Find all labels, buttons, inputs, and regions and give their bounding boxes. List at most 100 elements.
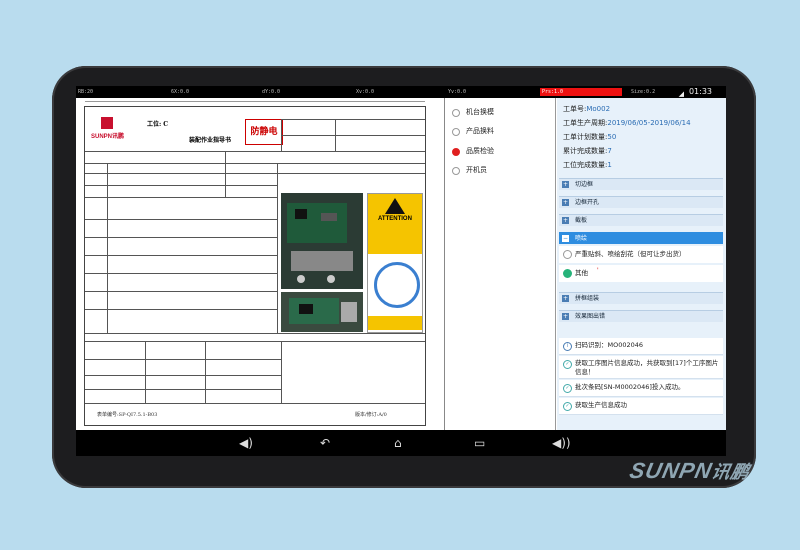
check-icon: ✓: [563, 402, 572, 411]
work-order-no-label: 工单号:: [563, 105, 587, 113]
defect-section-spray-paint[interactable]: − 喷绘: [559, 232, 723, 244]
option-note: ': [597, 267, 599, 274]
doc-station-title: 工位: C: [147, 121, 169, 128]
expand-icon[interactable]: +: [562, 295, 569, 302]
section-label: 切边框: [575, 181, 594, 188]
table-line: [85, 333, 425, 334]
table-line: [225, 151, 226, 197]
work-order-no: 工单号:Mo002: [563, 104, 610, 114]
pointer-readout-xv: Xv:0.0: [356, 89, 375, 95]
table-line: [85, 273, 277, 274]
warning-title: ATTENTION: [378, 216, 412, 222]
pointer-readout-rb: RB:20: [78, 89, 94, 95]
table-line: [85, 185, 277, 186]
section-label: 喷绘: [575, 235, 588, 242]
defect-section-cut-board[interactable]: + 截板: [559, 214, 723, 226]
table-line: [85, 219, 277, 220]
defect-section-frame-assembly[interactable]: + 拼框组装: [559, 292, 723, 304]
table-line: [85, 341, 425, 342]
brand-latin: SUNPN: [627, 458, 715, 483]
android-nav-bar: ◀) ↶ ⌂ ▭ ◀)): [76, 430, 726, 456]
work-order-period: 工单生产周期:2019/06/05-2019/06/14: [563, 118, 691, 128]
recent-apps-icon[interactable]: ▭: [474, 435, 485, 451]
assembly-photo: [281, 193, 363, 289]
table-line: [85, 237, 277, 238]
station-radio[interactable]: [452, 109, 460, 117]
station-item-mold-change[interactable]: 机台换模: [445, 102, 555, 123]
table-line: [145, 341, 146, 403]
log-entry: i 扫码识别：MO002046: [559, 338, 723, 355]
defect-section-frame-hole[interactable]: + 边框开孔: [559, 196, 723, 208]
table-line: [281, 119, 425, 120]
defect-option-other[interactable]: 其他 ': [559, 265, 723, 282]
anti-static-stamp: 防静电: [245, 119, 283, 145]
table-line: [205, 341, 206, 403]
log-text: 批次条码[SN-M0002046]投入成功。: [575, 383, 685, 391]
volume-down-icon[interactable]: ◀): [239, 435, 253, 451]
station-radio[interactable]: [452, 128, 460, 136]
station-radio[interactable]: [452, 167, 460, 175]
esd-warning-label: ATTENTION: [367, 193, 423, 333]
expand-icon[interactable]: +: [562, 181, 569, 188]
station-completed: 工位完成数量:1: [563, 160, 612, 170]
table-line: [85, 359, 281, 360]
defect-option-severe-skew[interactable]: 严重贴斜、喷绘刮花（但可让步出货）: [559, 246, 723, 263]
info-icon: i: [563, 342, 572, 351]
table-line: [85, 163, 425, 164]
component-image: [289, 298, 357, 324]
station-radio-selected[interactable]: [452, 148, 460, 156]
work-order-panel: 工单号:Mo002 工单生产周期:2019/06/05-2019/06/14 工…: [557, 98, 726, 430]
check-icon: ✓: [563, 384, 572, 393]
log-text: 获取工序图片信息成功，共获取到[17]个工序图片信息！: [575, 359, 719, 376]
option-radio-selected[interactable]: [563, 269, 572, 278]
defect-section-trim-edge[interactable]: + 切边框: [559, 178, 723, 190]
section-label: 效果图出错: [575, 313, 606, 320]
table-line: [85, 197, 277, 198]
pointer-readout-dy: dY:0.0: [262, 89, 281, 95]
warning-triangle-icon: [385, 198, 405, 214]
work-instruction-viewer[interactable]: SUNPN讯鹏 工位: C 装配作业指导书 防静电 ATTENTION 表单编号…: [76, 98, 445, 430]
station-completed-label: 工位完成数量:: [563, 161, 608, 169]
logo-text: SUNPN讯鹏: [91, 134, 125, 140]
logo-mark-icon: [101, 117, 113, 129]
defect-section-render-error[interactable]: + 效果图出错: [559, 310, 723, 322]
home-icon[interactable]: ⌂: [394, 435, 402, 451]
table-line: [281, 135, 425, 136]
expand-icon[interactable]: +: [562, 313, 569, 320]
station-list: 机台换模 产品换料 品质检验 开机员: [445, 98, 556, 430]
expand-icon[interactable]: +: [562, 199, 569, 206]
station-label: 机台换模: [466, 108, 494, 116]
table-line: [85, 291, 277, 292]
volume-up-icon[interactable]: ◀)): [552, 435, 571, 451]
log-text: 扫码识别：MO002046: [575, 341, 644, 349]
brand-cn: 讯鹏: [709, 462, 752, 482]
station-label: 开机员: [466, 166, 487, 174]
station-item-material-change[interactable]: 产品换料: [445, 121, 555, 142]
wrist-strap-icon: [374, 262, 420, 308]
circuit-board-image: [287, 203, 353, 283]
station-label: 产品换料: [466, 127, 494, 135]
total-completed: 累计完成数量:7: [563, 146, 612, 156]
station-item-quality-check[interactable]: 品质检验: [445, 141, 555, 162]
doc-form-number: 表单编号:SP-QI7.5.1-B03: [97, 412, 158, 418]
pointer-readout-prs: Prs:1.0: [542, 89, 564, 95]
work-order-no-value: Mo002: [586, 105, 611, 113]
back-icon[interactable]: ↶: [320, 435, 330, 451]
log-entry: ✓ 批次条码[SN-M0002046]投入成功。: [559, 380, 723, 397]
warning-footer: [368, 316, 422, 330]
work-order-period-value: 2019/06/05-2019/06/14: [607, 119, 691, 127]
station-item-operator[interactable]: 开机员: [445, 160, 555, 181]
company-logo: SUNPN讯鹏: [91, 117, 125, 145]
table-line: [85, 255, 277, 256]
log-entry: ✓ 获取生产信息成功: [559, 398, 723, 415]
station-label: 品质检验: [466, 147, 494, 155]
table-line: [85, 375, 281, 376]
plan-quantity-value: 50: [607, 133, 617, 141]
table-line: [85, 151, 425, 152]
option-radio[interactable]: [563, 250, 572, 259]
collapse-icon[interactable]: −: [562, 235, 569, 242]
table-line: [85, 173, 425, 174]
table-line: [107, 163, 108, 333]
section-label: 边框开孔: [575, 199, 600, 206]
expand-icon[interactable]: +: [562, 217, 569, 224]
